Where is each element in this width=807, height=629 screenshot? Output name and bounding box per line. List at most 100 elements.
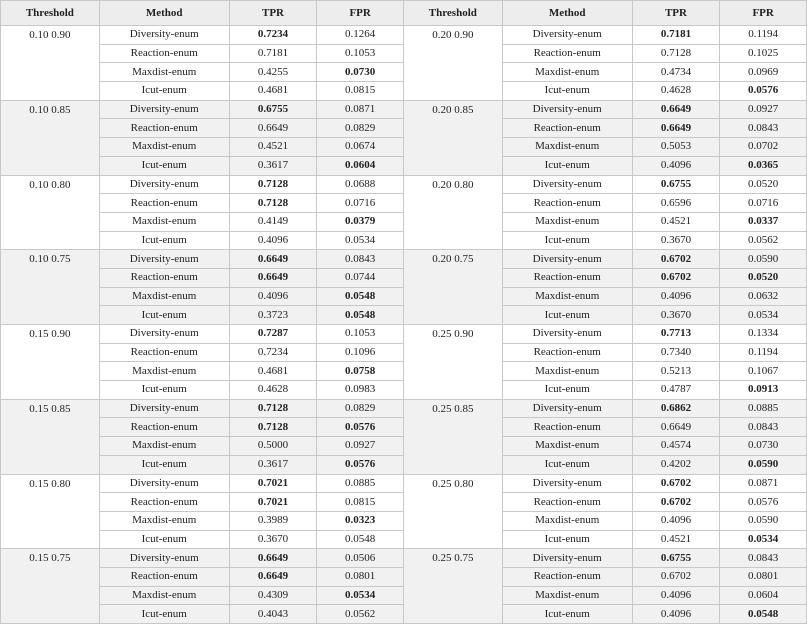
method-cell: Reaction-enum [98,492,230,512]
tpr-cell: 0.7713 [631,324,721,344]
method-cell: Icut-enum [98,380,230,400]
method-cell: Icut-enum [501,81,633,101]
method-cell: Diversity-enum [98,249,230,269]
tpr-cell: 0.4096 [631,510,721,531]
threshold-cell: 0.25 0.80 [402,473,503,550]
fpr-cell: 0.0843 [316,249,404,269]
method-cell: Diversity-enum [501,473,633,494]
method-cell: Icut-enum [98,155,230,176]
results-table: Threshold Method TPR FPR Threshold Metho… [0,0,807,624]
threshold-cell: 0.10 0.90 [0,25,100,101]
fpr-cell: 0.0590 [719,510,807,531]
fpr-cell: 0.0730 [316,62,404,83]
threshold-cell: 0.20 0.80 [402,174,503,251]
method-cell: Icut-enum [501,380,633,400]
tpr-cell: 0.6755 [228,99,318,120]
tpr-cell: 0.7234 [228,25,318,45]
method-cell: Reaction-enum [501,342,633,363]
fpr-cell: 0.0520 [719,174,807,195]
fpr-cell: 0.0506 [316,548,404,568]
method-cell: Reaction-enum [98,43,230,64]
fpr-cell: 0.0744 [316,267,404,288]
header-row: Threshold Method TPR FPR Threshold Metho… [0,0,807,26]
header-threshold-right: Threshold [402,0,503,26]
fpr-cell: 0.0337 [719,211,807,232]
tpr-cell: 0.4628 [228,380,318,400]
threshold-cell: 0.25 0.90 [402,324,503,400]
tpr-cell: 0.6702 [631,267,721,288]
fpr-cell: 0.0716 [316,193,404,213]
fpr-cell: 0.0604 [719,585,807,606]
method-cell: Reaction-enum [98,267,230,288]
threshold-cell: 0.15 0.85 [0,398,100,475]
method-cell: Icut-enum [98,604,230,624]
fpr-cell: 0.0801 [316,566,404,587]
threshold-cell: 0.10 0.80 [0,174,100,251]
fpr-cell: 0.0534 [316,585,404,606]
tpr-cell: 0.5053 [631,137,721,157]
fpr-cell: 0.0520 [719,267,807,288]
tpr-cell: 0.7021 [228,492,318,512]
tpr-cell: 0.6702 [631,492,721,512]
method-cell: Icut-enum [98,81,230,101]
tpr-cell: 0.4309 [228,585,318,606]
fpr-cell: 0.1053 [316,324,404,344]
table-row: 0.15 0.80 Diversity-enum 0.7021 0.0885 0.25 … [0,473,807,550]
threshold-cell: 0.20 0.90 [402,25,503,101]
tpr-cell: 0.6702 [631,473,721,494]
fpr-cell: 0.0604 [316,155,404,176]
tpr-cell: 0.4096 [228,286,318,307]
fpr-cell: 0.0688 [316,174,404,195]
method-cell: Reaction-enum [501,492,633,512]
method-cell: Diversity-enum [501,174,633,195]
fpr-cell: 0.0843 [719,118,807,139]
fpr-cell: 0.0576 [316,417,404,438]
fpr-cell: 0.0843 [719,548,807,568]
tpr-cell: 0.4521 [631,211,721,232]
method-cell: Icut-enum [501,155,633,176]
tpr-cell: 0.6649 [631,118,721,139]
tpr-cell: 0.4096 [631,604,721,624]
fpr-cell: 0.0562 [719,230,807,251]
method-cell: Reaction-enum [501,193,633,213]
method-cell: Diversity-enum [98,548,230,568]
tpr-cell: 0.4521 [228,137,318,157]
tpr-cell: 0.4681 [228,81,318,101]
fpr-cell: 0.1334 [719,324,807,344]
tpr-cell: 0.4149 [228,211,318,232]
fpr-cell: 0.1053 [316,43,404,64]
tpr-cell: 0.3617 [228,454,318,475]
fpr-cell: 0.0716 [719,193,807,213]
method-cell: Maxdist-enum [98,286,230,307]
header-tpr-right: TPR [631,0,721,26]
table-row: 0.10 0.85 Diversity-enum 0.6755 0.0871 0.20 … [0,99,807,176]
fpr-cell: 0.0379 [316,211,404,232]
tpr-cell: 0.7128 [228,193,318,213]
method-cell: Maxdist-enum [98,211,230,232]
table-row: 0.10 0.75 Diversity-enum 0.6649 0.0843 0.20 … [0,249,807,325]
tpr-cell: 0.4202 [631,454,721,475]
fpr-cell: 0.0871 [316,99,404,120]
header-method-right: Method [501,0,633,26]
table-row: 0.15 0.90 Diversity-enum 0.7287 0.1053 0.25 … [0,324,807,400]
method-cell: Diversity-enum [501,25,633,45]
method-cell: Reaction-enum [501,267,633,288]
method-cell: Icut-enum [98,529,230,550]
table-row: 0.15 0.85 Diversity-enum 0.7128 0.0829 0.25 … [0,398,807,475]
table-row: 0.10 0.90 Diversity-enum 0.7234 0.1264 0.20 … [0,25,807,101]
threshold-cell: 0.15 0.75 [0,548,100,624]
fpr-cell: 0.0548 [719,604,807,624]
tpr-cell: 0.7287 [228,324,318,344]
fpr-cell: 0.0365 [719,155,807,176]
header-fpr-left: FPR [316,0,404,26]
tpr-cell: 0.3723 [228,305,318,325]
tpr-cell: 0.6649 [228,566,318,587]
method-cell: Maxdist-enum [501,510,633,531]
method-cell: Reaction-enum [501,118,633,139]
fpr-cell: 0.0885 [316,473,404,494]
fpr-cell: 0.0815 [316,81,404,101]
tpr-cell: 0.6702 [631,566,721,587]
method-cell: Icut-enum [501,305,633,325]
method-cell: Icut-enum [98,305,230,325]
tpr-cell: 0.6649 [228,118,318,139]
